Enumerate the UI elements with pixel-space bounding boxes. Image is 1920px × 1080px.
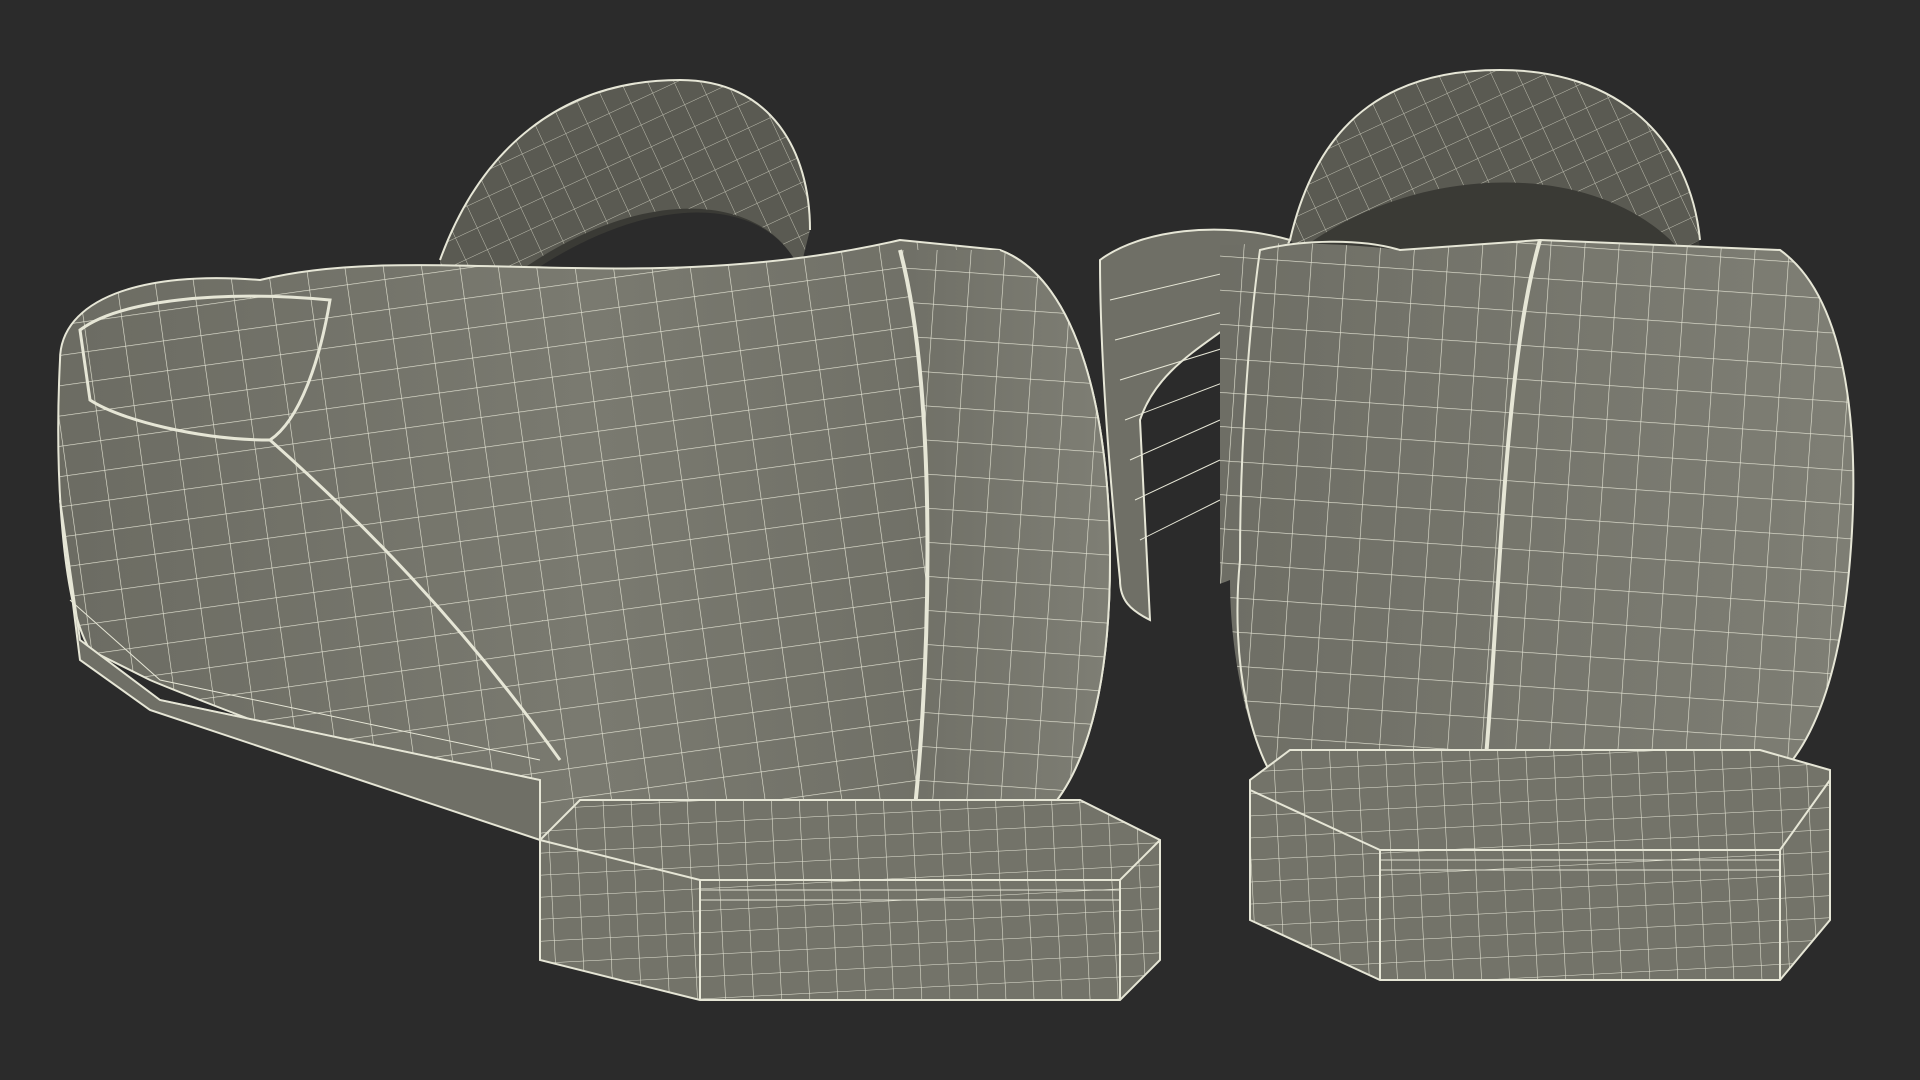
right-shoe: [1098, 68, 1855, 981]
render-viewport: [0, 0, 1920, 1080]
shoes-wireframe-render: [57, 68, 1855, 1001]
right-shoe-heel-counter: [1220, 240, 1854, 800]
left-shoe: [57, 78, 1161, 1001]
